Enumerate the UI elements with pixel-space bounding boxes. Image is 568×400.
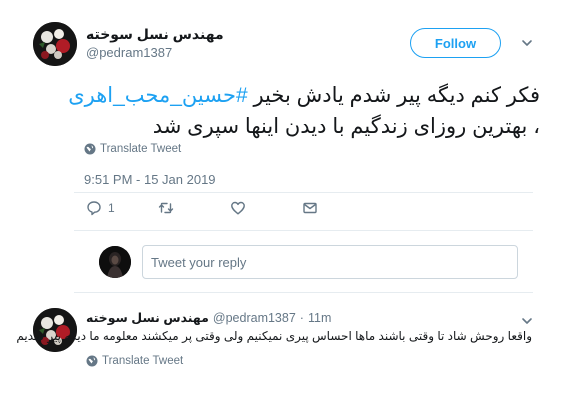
author-handle[interactable]: @pedram1387 [86,45,172,60]
reply-tweet[interactable]: مهندس نسل سوخته @pedram1387 · 11m واقعا … [0,300,568,400]
like-icon [231,201,245,215]
translate-label: Translate Tweet [102,355,184,367]
reply-composer: Tweet your reply [84,234,533,292]
chevron-down-icon[interactable] [520,36,534,50]
retweet-button[interactable] [158,200,174,216]
tweet-text-line-2: ، بهترین روزای زندگیم با دیدن اینها سپری… [152,115,540,138]
translate-label: Translate Tweet [100,143,182,155]
tweet-timestamp[interactable]: 9:51 PM - 15 Jan 2019 [84,172,216,187]
like-button[interactable] [230,200,246,216]
retweet-icon [158,202,174,214]
reply-separator: · [299,311,304,325]
author-avatar[interactable] [33,22,77,66]
reply-text: واقعا روحش شاد تا وقتی باشند ماها احساس … [16,329,532,343]
reply-time[interactable]: 11m [308,311,331,325]
tweet-text-prefix: فکر کنم دیگه پیر شدم یادش بخیر [247,84,540,107]
direct-message-button[interactable] [302,200,318,216]
divider [74,192,533,193]
tweet-text: فکر کنم دیگه پیر شدم یادش بخیر #حسین_محب… [40,80,540,142]
globe-icon [84,143,96,155]
current-user-avatar[interactable] [99,246,131,278]
hashtag-link[interactable]: #حسین_محب_اهری [68,84,247,107]
reply-button[interactable]: 1 [86,200,115,216]
reply-author-name[interactable]: مهندس نسل سوخته [86,310,209,325]
divider [74,292,533,293]
globe-icon [86,355,98,367]
tweet-text-line-1: فکر کنم دیگه پیر شدم یادش بخیر #حسین_محب… [40,80,540,111]
translate-tweet-link[interactable]: Translate Tweet [84,143,181,155]
message-icon [303,202,317,214]
author-name[interactable]: مهندس نسل سوخته [86,26,224,43]
chevron-down-icon[interactable] [520,314,534,328]
follow-button[interactable]: Follow [410,28,501,58]
reply-icon [87,201,101,216]
divider [74,230,533,231]
reply-count: 1 [108,201,115,215]
reply-author-handle[interactable]: @pedram1387 [213,311,296,325]
reply-input[interactable]: Tweet your reply [142,245,518,279]
reply-translate-link[interactable]: Translate Tweet [86,355,183,367]
reply-header: مهندس نسل سوخته @pedram1387 · 11m [86,310,331,325]
